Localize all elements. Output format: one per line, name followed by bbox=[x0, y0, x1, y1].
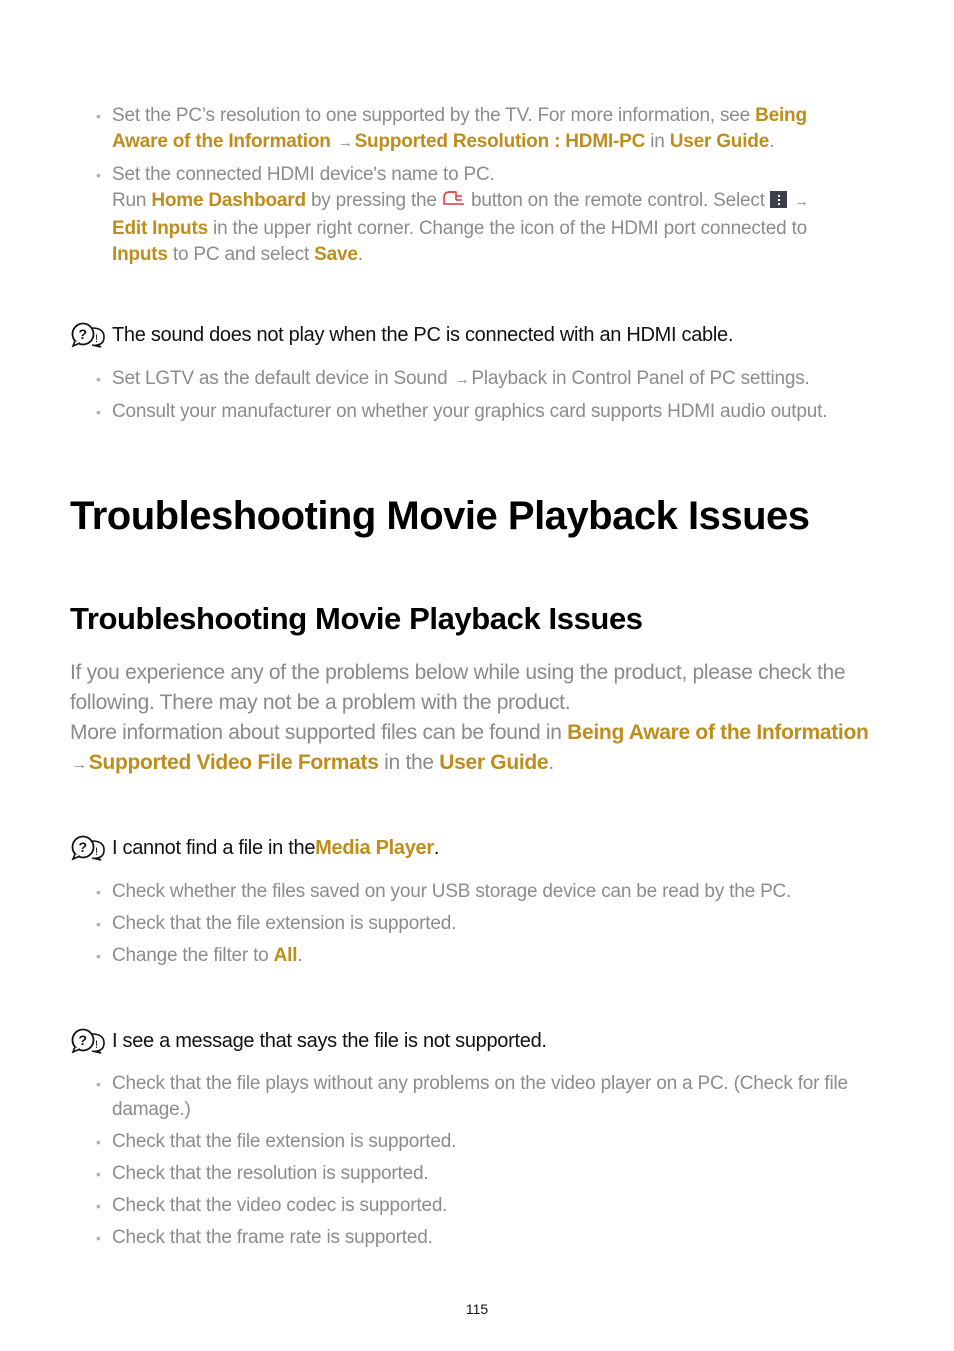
link-user-guide[interactable]: User Guide bbox=[670, 131, 770, 152]
arrow-right-icon: → bbox=[454, 371, 470, 388]
list-item: Check that the file extension is support… bbox=[96, 911, 866, 937]
link-inputs[interactable]: Inputs bbox=[112, 244, 168, 265]
sound-tips: Set LGTV as the default device in Sound … bbox=[96, 366, 866, 431]
home-button-icon bbox=[442, 190, 466, 216]
more-menu-icon bbox=[769, 191, 787, 208]
link-supported-video-formats[interactable]: Supported Video File Formats bbox=[89, 751, 379, 774]
link-supported-resolution[interactable]: Supported Resolution : HDMI-PC bbox=[355, 131, 646, 152]
svg-text:!: ! bbox=[95, 1039, 98, 1051]
question-bubble-icon: !? bbox=[71, 835, 105, 861]
manual-page: Set the PC’s resolution to one supported… bbox=[0, 0, 954, 1351]
section-title: Troubleshooting Movie Playback Issues bbox=[70, 601, 643, 636]
file-not-found-tips: Check whether the files saved on your US… bbox=[96, 879, 866, 975]
link-media-player[interactable]: Media Player bbox=[315, 837, 434, 860]
list-item: Consult your manufacturer on whether you… bbox=[96, 399, 866, 425]
intro-paragraph: If you experience any of the problems be… bbox=[70, 661, 869, 774]
link-save[interactable]: Save bbox=[314, 244, 358, 265]
page-title: Troubleshooting Movie Playback Issues bbox=[70, 494, 810, 538]
svg-text:?: ? bbox=[79, 839, 87, 855]
list-item: Check that the file extension is support… bbox=[96, 1129, 866, 1155]
question-bubble-icon: !? bbox=[71, 1028, 105, 1054]
list-item: Set LGTV as the default device in Sound … bbox=[96, 366, 866, 393]
svg-text:!: ! bbox=[95, 333, 98, 345]
link-all[interactable]: All bbox=[274, 945, 298, 966]
arrow-right-icon: → bbox=[337, 134, 353, 151]
list-item: Check that the file plays without any pr… bbox=[96, 1071, 866, 1123]
list-item: Check that the video codec is supported. bbox=[96, 1193, 866, 1219]
page-number: 115 bbox=[465, 1301, 489, 1317]
link-edit-inputs[interactable]: Edit Inputs bbox=[112, 218, 208, 239]
list-item: Change the filter to All. bbox=[96, 943, 866, 969]
link-being-aware[interactable]: Being Aware of the Information bbox=[567, 721, 869, 744]
svg-text:?: ? bbox=[79, 326, 87, 342]
question-heading: !? I see a message that says the file is… bbox=[70, 1028, 547, 1054]
list-item: Check that the frame rate is supported. bbox=[96, 1225, 866, 1251]
list-item: Check whether the files saved on your US… bbox=[96, 879, 866, 905]
list-item: Check that the resolution is supported. bbox=[96, 1161, 866, 1187]
svg-text:!: ! bbox=[95, 846, 98, 858]
hdmi-pc-tips: Set the PC’s resolution to one supported… bbox=[96, 103, 866, 274]
list-item: Set the connected HDMI device's name to … bbox=[96, 162, 866, 268]
svg-text:?: ? bbox=[79, 1032, 87, 1048]
unsupported-file-tips: Check that the file plays without any pr… bbox=[96, 1071, 866, 1257]
question-heading: !? I cannot find a file in the Media Pla… bbox=[70, 835, 439, 861]
link-home-dashboard[interactable]: Home Dashboard bbox=[151, 190, 306, 211]
question-heading: !? The sound does not play when the PC i… bbox=[70, 322, 733, 348]
list-item: Set the PC’s resolution to one supported… bbox=[96, 103, 866, 156]
question-bubble-icon: !? bbox=[71, 322, 105, 348]
arrow-right-icon: → bbox=[793, 193, 809, 210]
link-user-guide[interactable]: User Guide bbox=[439, 751, 548, 774]
arrow-right-icon: → bbox=[72, 756, 87, 773]
